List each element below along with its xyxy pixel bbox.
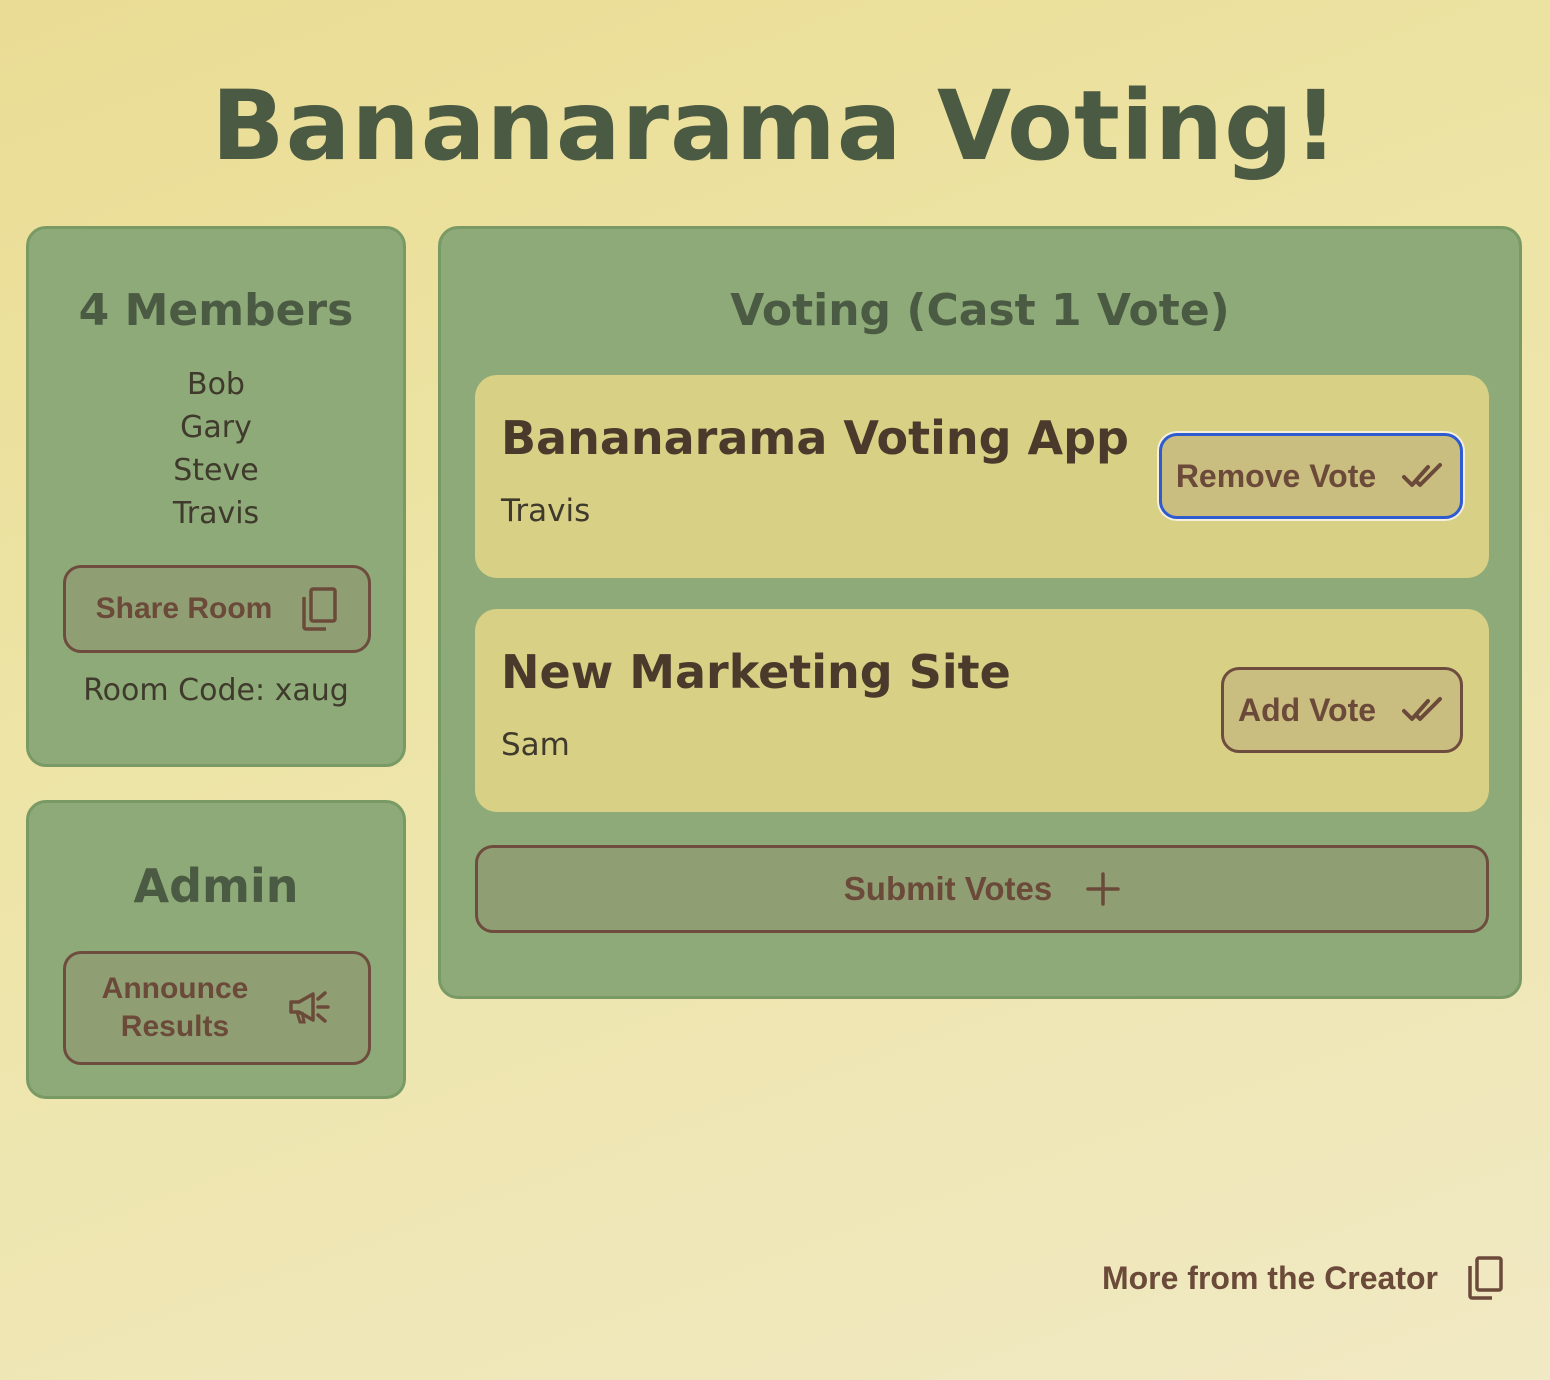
double-check-icon [1402, 696, 1446, 724]
option-title: Bananarama Voting App [501, 411, 1129, 465]
member-name: Bob [187, 367, 245, 402]
remove-vote-label: Remove Vote [1175, 457, 1377, 494]
member-name: Steve [173, 453, 259, 488]
remove-vote-button[interactable]: Remove Vote [1159, 433, 1463, 519]
more-from-creator-label: More from the Creator [1101, 1259, 1438, 1296]
vote-option-card: Bananarama Voting App Travis Remove Vote [475, 375, 1489, 578]
option-title: New Marketing Site [501, 645, 1011, 699]
member-list: Bob Gary Steve Travis [29, 363, 403, 535]
share-room-label: Share Room [95, 592, 273, 625]
copy-icon [300, 587, 338, 631]
submit-votes-button[interactable]: Submit Votes [475, 845, 1489, 933]
more-from-creator-link[interactable]: More from the Creator [1102, 1256, 1504, 1300]
megaphone-icon [288, 990, 332, 1026]
option-author: Travis [501, 493, 591, 529]
voting-heading: Voting (Cast 1 Vote) [730, 285, 1230, 336]
submit-votes-label: Submit Votes [843, 870, 1053, 907]
members-heading: 4 Members [78, 285, 354, 336]
member-name: Travis [172, 496, 260, 531]
announce-results-label: Announce Results [102, 970, 249, 1046]
plus-icon [1086, 872, 1120, 906]
page-title: Bananarama Voting! [211, 70, 1339, 182]
vote-option-card: New Marketing Site Sam Add Vote [475, 609, 1489, 812]
admin-panel: Admin Announce Results [26, 800, 406, 1099]
voting-panel: Voting (Cast 1 Vote) Bananarama Voting A… [438, 226, 1522, 999]
add-vote-label: Add Vote [1237, 691, 1377, 728]
copy-icon [1466, 1256, 1504, 1300]
members-panel: 4 Members Bob Gary Steve Travis Share Ro… [26, 226, 406, 767]
announce-label-line2: Results [120, 1010, 230, 1043]
announce-label-line1: Announce [101, 972, 249, 1005]
admin-heading: Admin [133, 859, 299, 913]
room-code: Room Code: xaug [83, 673, 349, 708]
add-vote-button[interactable]: Add Vote [1221, 667, 1463, 753]
member-name: Gary [180, 410, 252, 445]
option-author: Sam [501, 727, 570, 763]
double-check-icon [1402, 462, 1446, 490]
announce-results-button[interactable]: Announce Results [63, 951, 371, 1065]
share-room-button[interactable]: Share Room [63, 565, 371, 653]
